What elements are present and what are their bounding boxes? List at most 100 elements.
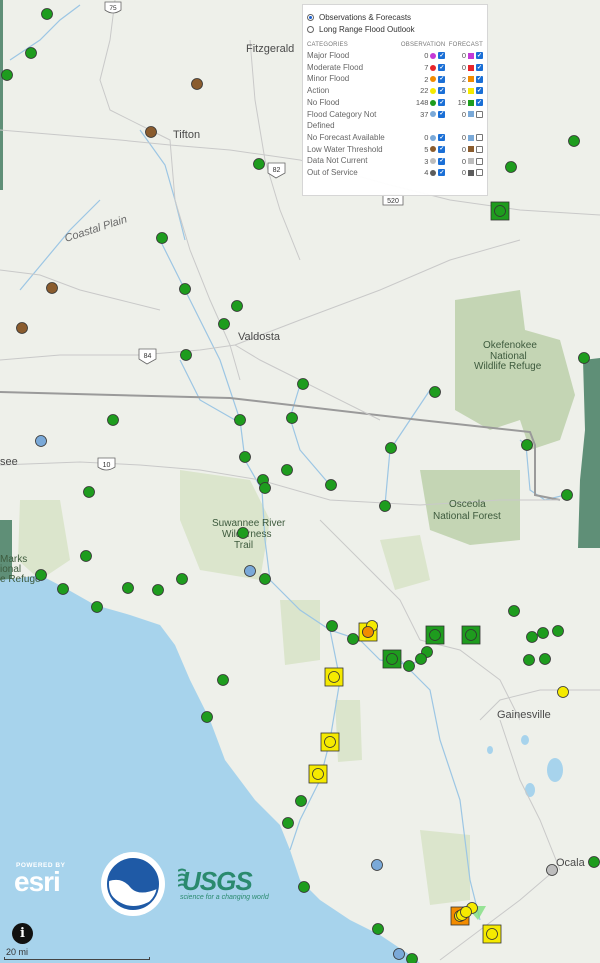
gauge-marker[interactable]: [281, 464, 293, 476]
gauge-marker[interactable]: [41, 8, 53, 20]
gauge-marker[interactable]: [460, 906, 472, 918]
legend-forecast-checkbox[interactable]: [476, 157, 483, 165]
flood-map[interactable]: Fitzgerald Tifton Coastal Plain Valdosta…: [0, 0, 600, 963]
gauge-marker[interactable]: [539, 653, 551, 665]
radio-observations[interactable]: [307, 13, 314, 21]
gauge-marker[interactable]: [415, 653, 427, 665]
gauge-marker[interactable]: [91, 601, 103, 613]
legend-forecast-checkbox[interactable]: [476, 134, 483, 142]
gauge-marker-inner[interactable]: [386, 653, 398, 665]
gauge-marker[interactable]: [429, 386, 441, 398]
gauge-marker[interactable]: [35, 435, 47, 447]
gauge-marker[interactable]: [393, 948, 405, 960]
legend-forecast-checkbox[interactable]: [476, 110, 483, 118]
legend-forecast-checkbox[interactable]: [476, 145, 483, 153]
info-button[interactable]: i: [12, 923, 33, 944]
gauge-marker[interactable]: [191, 78, 203, 90]
gauge-marker-inner[interactable]: [465, 629, 477, 641]
gauge-marker[interactable]: [25, 47, 37, 59]
gauge-marker[interactable]: [286, 412, 298, 424]
legend-observation-checkbox[interactable]: [438, 110, 446, 118]
legend-forecast-checkbox[interactable]: [476, 52, 483, 60]
gauge-marker[interactable]: [80, 550, 92, 562]
gauge-marker[interactable]: [326, 620, 338, 632]
legend-observation-checkbox[interactable]: [438, 134, 446, 142]
gauge-marker[interactable]: [234, 414, 246, 426]
gauge-marker[interactable]: [385, 442, 397, 454]
gauge-marker-inner[interactable]: [312, 768, 324, 780]
gauge-marker[interactable]: [508, 605, 520, 617]
gauge-marker[interactable]: [372, 923, 384, 935]
legend-observation-checkbox[interactable]: [438, 64, 446, 72]
gauge-marker[interactable]: [578, 352, 590, 364]
gauge-marker[interactable]: [561, 489, 573, 501]
gauge-marker[interactable]: [297, 378, 309, 390]
gauge-marker-inner[interactable]: [328, 671, 340, 683]
legend-observation-count: 22: [420, 86, 429, 96]
gauge-marker[interactable]: [379, 500, 391, 512]
gauge-marker[interactable]: [557, 686, 569, 698]
gauge-marker[interactable]: [201, 711, 213, 723]
gauge-marker[interactable]: [259, 573, 271, 585]
gauge-marker[interactable]: [362, 626, 374, 638]
gauge-marker[interactable]: [217, 674, 229, 686]
option-long-range[interactable]: Long Range Flood Outlook: [307, 23, 483, 35]
legend-observation-checkbox[interactable]: [438, 87, 446, 95]
gauge-marker-inner[interactable]: [324, 736, 336, 748]
gauge-marker[interactable]: [568, 135, 580, 147]
gauge-marker-inner[interactable]: [494, 205, 506, 217]
gauge-marker[interactable]: [218, 318, 230, 330]
gauge-marker[interactable]: [505, 161, 517, 173]
radio-long-range[interactable]: [307, 25, 314, 33]
legend-forecast-checkbox[interactable]: [476, 64, 483, 72]
gauge-marker[interactable]: [107, 414, 119, 426]
gauge-marker[interactable]: [298, 881, 310, 893]
gauge-marker-inner[interactable]: [486, 928, 498, 940]
gauge-marker[interactable]: [57, 583, 69, 595]
legend-forecast-checkbox[interactable]: [476, 169, 483, 177]
legend-observation-checkbox[interactable]: [438, 145, 446, 153]
legend-observation-checkbox[interactable]: [438, 52, 446, 60]
gauge-marker[interactable]: [325, 479, 337, 491]
option-observations[interactable]: Observations & Forecasts: [307, 11, 483, 23]
gauge-marker[interactable]: [537, 627, 549, 639]
gauge-marker[interactable]: [552, 625, 564, 637]
gauge-marker[interactable]: [145, 126, 157, 138]
legend-forecast-checkbox[interactable]: [476, 75, 483, 83]
gauge-marker[interactable]: [521, 439, 533, 451]
gauge-marker[interactable]: [46, 282, 58, 294]
legend-forecast-checkbox[interactable]: [476, 87, 483, 95]
gauge-marker[interactable]: [35, 569, 47, 581]
gauge-marker[interactable]: [180, 349, 192, 361]
gauge-marker[interactable]: [295, 795, 307, 807]
gauge-marker[interactable]: [371, 859, 383, 871]
gauge-marker[interactable]: [403, 660, 415, 672]
legend-observation-checkbox[interactable]: [438, 169, 446, 177]
gauge-marker[interactable]: [239, 451, 251, 463]
gauge-marker[interactable]: [16, 322, 28, 334]
gauge-marker[interactable]: [83, 486, 95, 498]
gauge-marker[interactable]: [526, 631, 538, 643]
gauge-marker-inner[interactable]: [429, 629, 441, 641]
gauge-marker[interactable]: [253, 158, 265, 170]
gauge-marker[interactable]: [282, 817, 294, 829]
gauge-marker[interactable]: [122, 582, 134, 594]
gauge-marker[interactable]: [1, 69, 13, 81]
gauge-marker[interactable]: [347, 633, 359, 645]
gauge-marker[interactable]: [237, 527, 249, 539]
gauge-marker[interactable]: [156, 232, 168, 244]
legend-observation-checkbox[interactable]: [438, 75, 446, 83]
gauge-marker[interactable]: [588, 856, 600, 868]
legend-observation-checkbox[interactable]: [438, 99, 446, 107]
gauge-marker[interactable]: [259, 482, 271, 494]
gauge-marker[interactable]: [179, 283, 191, 295]
gauge-marker[interactable]: [546, 864, 558, 876]
legend-forecast-checkbox[interactable]: [476, 99, 483, 107]
gauge-marker[interactable]: [176, 573, 188, 585]
gauge-marker[interactable]: [244, 565, 256, 577]
gauge-marker[interactable]: [152, 584, 164, 596]
gauge-marker[interactable]: [406, 953, 418, 963]
gauge-marker[interactable]: [231, 300, 243, 312]
legend-observation-checkbox[interactable]: [438, 157, 446, 165]
gauge-marker[interactable]: [523, 654, 535, 666]
